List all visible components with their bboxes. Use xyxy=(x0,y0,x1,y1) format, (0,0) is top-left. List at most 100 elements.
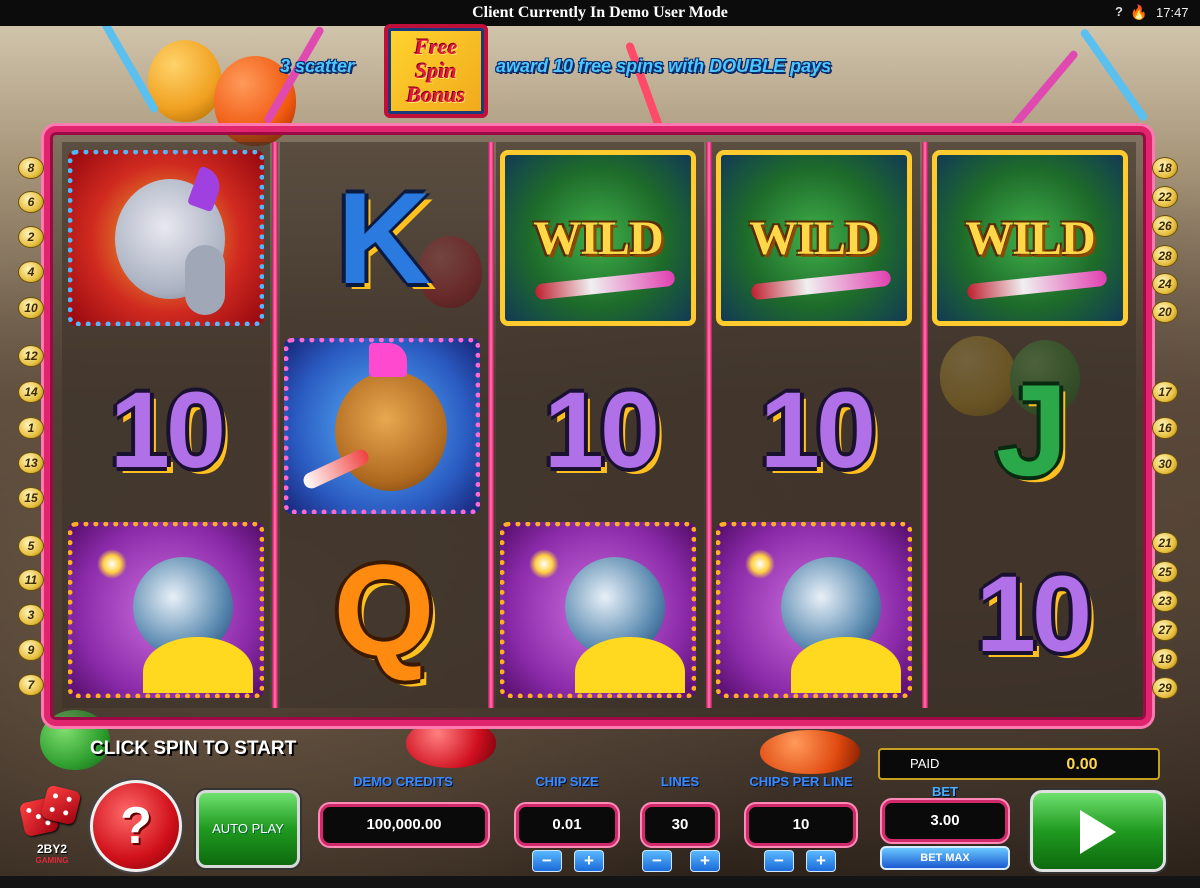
j-symbol: J xyxy=(995,357,1069,503)
badge-line: Spin xyxy=(415,58,457,83)
reel-symbol-10: 10 xyxy=(934,526,1130,702)
promo-scatter-text: 3 scatter xyxy=(280,56,355,76)
parrot-symbol-icon xyxy=(500,522,696,698)
badge-line: Free xyxy=(414,34,458,59)
payline-marker[interactable]: 5 xyxy=(18,535,44,557)
sparkler-icon xyxy=(529,549,559,579)
lines-decrease-button[interactable]: − xyxy=(642,850,672,872)
payline-marker[interactable]: 1 xyxy=(18,417,44,439)
payline-marker[interactable]: 6 xyxy=(18,191,44,213)
help-button[interactable]: ? xyxy=(90,780,182,872)
payline-marker[interactable]: 20 xyxy=(1152,301,1178,323)
parrot-body-icon xyxy=(791,637,901,693)
payline-marker[interactable]: 16 xyxy=(1152,417,1178,439)
payline-marker[interactable]: 21 xyxy=(1152,532,1178,554)
q-symbol: Q xyxy=(333,537,435,683)
payline-marker[interactable]: 12 xyxy=(18,345,44,367)
payline-marker[interactable]: 18 xyxy=(1152,157,1178,179)
help-menu-icon[interactable]: ? xyxy=(1110,3,1128,21)
brand-logo-sub: GAMING xyxy=(35,856,69,865)
payline-marker[interactable]: 9 xyxy=(18,639,44,661)
payline-marker[interactable]: 8 xyxy=(18,157,44,179)
chip-size-increase-button[interactable]: + xyxy=(574,850,604,872)
chips-per-line-increase-button[interactable]: + xyxy=(806,850,836,872)
payline-marker[interactable]: 7 xyxy=(18,674,44,696)
elephant-symbol-icon xyxy=(68,150,264,326)
payline-marker[interactable]: 4 xyxy=(18,261,44,283)
wild-symbol: WILD xyxy=(932,150,1128,326)
reel-symbol-j: J xyxy=(934,342,1130,518)
streamer-decoration xyxy=(624,41,664,129)
balloon-decoration xyxy=(760,730,860,774)
payline-marker[interactable]: 13 xyxy=(18,452,44,474)
chip-size-display: 0.01 xyxy=(516,804,618,846)
payline-marker[interactable]: 23 xyxy=(1152,590,1178,612)
chips-per-line-decrease-button[interactable]: − xyxy=(764,850,794,872)
brand-logo-name: 2BY2 xyxy=(36,842,68,856)
wild-label: WILD xyxy=(533,211,663,265)
credits-label: DEMO CREDITS xyxy=(353,774,453,789)
payline-marker[interactable]: 24 xyxy=(1152,273,1178,295)
payline-marker[interactable]: 2 xyxy=(18,226,44,248)
flame-icon[interactable]: 🔥 xyxy=(1130,3,1147,21)
payline-marker[interactable]: 14 xyxy=(18,381,44,403)
parrot-body-icon xyxy=(575,637,685,693)
sparkler-icon xyxy=(97,549,127,579)
payline-marker[interactable]: 3 xyxy=(18,604,44,626)
party-horn-icon xyxy=(534,269,676,301)
wild-symbol: WILD xyxy=(500,150,696,326)
payline-marker[interactable]: 22 xyxy=(1152,186,1178,208)
payline-marker[interactable]: 29 xyxy=(1152,677,1178,699)
ten-symbol: 10 xyxy=(759,369,876,490)
reel-divider xyxy=(488,142,494,708)
wild-label: WILD xyxy=(749,211,879,265)
payline-marker[interactable]: 27 xyxy=(1152,619,1178,641)
lines-label: LINES xyxy=(660,774,700,789)
dice-logo-icon xyxy=(18,784,82,838)
wild-label: WILD xyxy=(965,211,1095,265)
ten-symbol: 10 xyxy=(109,369,226,490)
autoplay-button[interactable]: AUTO PLAY xyxy=(196,790,300,868)
elephant-trunk-icon xyxy=(185,245,225,315)
demo-mode-title: Client Currently In Demo User Mode xyxy=(472,4,728,21)
payline-marker[interactable]: 10 xyxy=(18,297,44,319)
reel-symbol-10: 10 xyxy=(718,342,914,518)
balloon-decoration xyxy=(148,40,222,122)
parrot-symbol-icon xyxy=(68,522,264,698)
lines-increase-button[interactable]: + xyxy=(690,850,720,872)
play-arrow-icon[interactable] xyxy=(1080,810,1116,854)
status-message: CLICK SPIN TO START xyxy=(90,738,297,759)
streamer-decoration xyxy=(1008,49,1080,131)
status-bar: Client Currently In Demo User Mode ? 🔥 1… xyxy=(0,0,1200,26)
wild-symbol: WILD xyxy=(716,150,912,326)
reel-symbol-10: 10 xyxy=(502,342,698,518)
free-spin-bonus-badge: Free Spin Bonus xyxy=(384,24,488,118)
bear-head-icon xyxy=(335,371,447,491)
bet-label: BET xyxy=(932,784,958,799)
chip-size-decrease-button[interactable]: − xyxy=(532,850,562,872)
payline-marker[interactable]: 11 xyxy=(18,569,44,591)
reel-symbol-parrot xyxy=(716,522,912,698)
payline-marker[interactable]: 17 xyxy=(1152,381,1178,403)
reel-symbol-wild: WILD xyxy=(500,150,696,326)
slot-game-screen: Client Currently In Demo User Mode ? 🔥 1… xyxy=(0,0,1200,888)
payline-marker[interactable]: 19 xyxy=(1152,648,1178,670)
streamer-decoration xyxy=(1079,27,1149,123)
badge-line: Bonus xyxy=(406,82,466,107)
paid-label: PAID xyxy=(910,756,940,771)
party-hat-icon xyxy=(186,165,226,213)
payline-marker[interactable]: 25 xyxy=(1152,561,1178,583)
payline-marker[interactable]: 26 xyxy=(1152,215,1178,237)
payline-marker[interactable]: 15 xyxy=(18,487,44,509)
reel-divider xyxy=(272,142,278,708)
chip-size-label: CHIP SIZE xyxy=(535,774,599,789)
bear-symbol-icon xyxy=(284,338,480,514)
paid-value: 0.00 xyxy=(1066,756,1098,773)
reel-symbol-wild: WILD xyxy=(716,150,912,326)
bet-max-button[interactable]: BET MAX xyxy=(880,846,1010,870)
reel-symbol-10: 10 xyxy=(68,342,264,518)
reel-symbol-k: K xyxy=(286,150,482,326)
payline-marker[interactable]: 30 xyxy=(1152,453,1178,475)
payline-marker[interactable]: 28 xyxy=(1152,245,1178,267)
clock-readout: 17:47 xyxy=(1156,5,1189,20)
